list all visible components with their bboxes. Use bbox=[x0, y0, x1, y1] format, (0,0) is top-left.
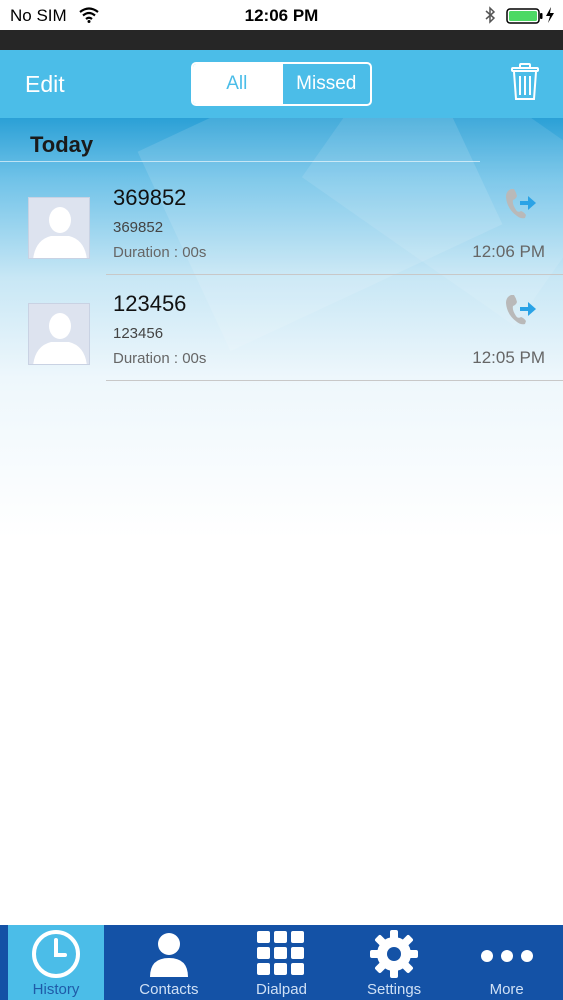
header-strip bbox=[0, 30, 563, 50]
tab-label: Dialpad bbox=[256, 981, 307, 998]
history-filter-segmented: All Missed bbox=[191, 62, 372, 106]
avatar bbox=[28, 303, 90, 365]
person-icon bbox=[113, 929, 226, 979]
status-time: 12:06 PM bbox=[244, 6, 319, 25]
tab-label: History bbox=[32, 981, 80, 998]
charging-icon bbox=[545, 7, 555, 28]
call-time: 12:05 PM bbox=[472, 348, 545, 367]
outgoing-call-icon[interactable] bbox=[503, 291, 539, 332]
call-number: 369852 bbox=[113, 219, 164, 236]
nav-bar: Edit All Missed bbox=[0, 50, 563, 118]
tab-contacts[interactable]: Contacts bbox=[113, 925, 226, 1000]
more-dots-icon bbox=[450, 929, 563, 979]
bluetooth-icon bbox=[483, 6, 497, 29]
avatar bbox=[28, 197, 90, 259]
row-divider bbox=[106, 380, 563, 381]
call-duration: Duration : 00s bbox=[113, 350, 207, 367]
call-name: 369852 bbox=[113, 185, 187, 210]
call-duration: Duration : 00s bbox=[113, 244, 207, 261]
tab-label: Settings bbox=[366, 981, 422, 998]
tab-label: Contacts bbox=[139, 981, 199, 998]
tab-bar: History Contacts Dialpad Settings More bbox=[0, 925, 563, 1000]
tab-history[interactable]: History bbox=[8, 925, 104, 1000]
clock-icon bbox=[8, 929, 104, 979]
trash-icon[interactable] bbox=[509, 62, 541, 107]
tab-dialpad[interactable]: Dialpad bbox=[225, 925, 338, 1000]
call-name: 123456 bbox=[113, 291, 187, 316]
call-history-list[interactable]: Today 369852 369852 Duration : 00s 12:06… bbox=[0, 118, 563, 925]
tab-settings[interactable]: Settings bbox=[338, 925, 451, 1000]
section-divider bbox=[0, 161, 480, 162]
call-row[interactable]: 369852 369852 Duration : 00s 12:06 PM bbox=[0, 169, 563, 275]
gear-icon bbox=[338, 929, 451, 979]
tab-label: More bbox=[489, 981, 524, 998]
call-number: 123456 bbox=[113, 325, 164, 342]
segment-all[interactable]: All bbox=[193, 64, 281, 104]
edit-button[interactable]: Edit bbox=[25, 71, 65, 98]
call-row[interactable]: 123456 123456 Duration : 00s 12:05 PM bbox=[0, 275, 563, 381]
status-bar: No SIM 12:06 PM bbox=[0, 0, 563, 30]
battery-icon bbox=[506, 8, 544, 29]
call-time: 12:06 PM bbox=[472, 242, 545, 261]
outgoing-call-icon[interactable] bbox=[503, 185, 539, 226]
section-header-today: Today bbox=[30, 132, 94, 157]
tab-more[interactable]: More bbox=[450, 925, 563, 1000]
segment-missed[interactable]: Missed bbox=[280, 64, 371, 104]
dialpad-icon bbox=[225, 929, 338, 979]
